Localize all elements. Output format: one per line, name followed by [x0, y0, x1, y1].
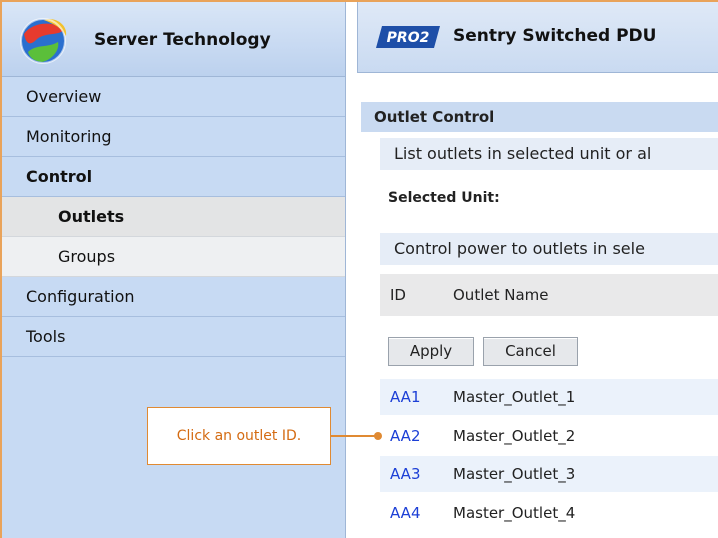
product-header: PRO2 Sentry Switched PDU	[357, 2, 718, 73]
sidebar-item-configuration[interactable]: Configuration	[2, 277, 345, 317]
brand-header: Server Technology	[2, 2, 345, 77]
table-row: AA4 Master_Outlet_4	[380, 495, 718, 531]
section-title: Outlet Control	[361, 102, 718, 132]
sidebar-item-control[interactable]: Control	[2, 157, 345, 197]
outlet-id-link[interactable]: AA1	[390, 379, 420, 415]
outlet-name: Master_Outlet_3	[453, 465, 576, 483]
outlet-id-link[interactable]: AA4	[390, 495, 420, 531]
column-header-id: ID	[390, 286, 406, 304]
callout-connector-line	[331, 435, 377, 437]
column-header-outlet-name: Outlet Name	[453, 286, 549, 304]
callout-pointer-dot	[374, 432, 382, 440]
outlet-table-header: ID Outlet Name	[380, 274, 718, 316]
cancel-button[interactable]: Cancel	[483, 337, 578, 366]
sidebar-item-overview[interactable]: Overview	[2, 77, 345, 117]
table-row: AA2 Master_Outlet_2	[380, 418, 718, 454]
control-power-text: Control power to outlets in sele	[380, 233, 718, 265]
outlet-id-link[interactable]: AA3	[390, 456, 420, 492]
product-title: Sentry Switched PDU	[453, 26, 657, 46]
pro2-badge-icon: PRO2	[376, 26, 440, 48]
outlet-name: Master_Outlet_4	[453, 504, 576, 522]
sidebar-item-tools[interactable]: Tools	[2, 317, 345, 357]
selected-unit-label: Selected Unit:	[388, 190, 500, 206]
sidebar-item-monitoring[interactable]: Monitoring	[2, 117, 345, 157]
list-outlets-text: List outlets in selected unit or al	[380, 138, 718, 170]
globe-logo-icon	[20, 18, 67, 64]
sidebar-item-outlets[interactable]: Outlets	[2, 197, 345, 237]
pro2-badge-text: PRO2	[387, 30, 430, 46]
outlet-name: Master_Outlet_2	[453, 427, 576, 445]
table-row: AA1 Master_Outlet_1	[380, 379, 718, 415]
outlet-name: Master_Outlet_1	[453, 388, 576, 406]
outlet-id-link[interactable]: AA2	[390, 418, 420, 454]
apply-button[interactable]: Apply	[388, 337, 474, 366]
table-row: AA3 Master_Outlet_3	[380, 456, 718, 492]
brand-name: Server Technology	[94, 30, 271, 50]
sidebar-item-groups[interactable]: Groups	[2, 237, 345, 277]
callout-box: Click an outlet ID.	[147, 407, 331, 465]
